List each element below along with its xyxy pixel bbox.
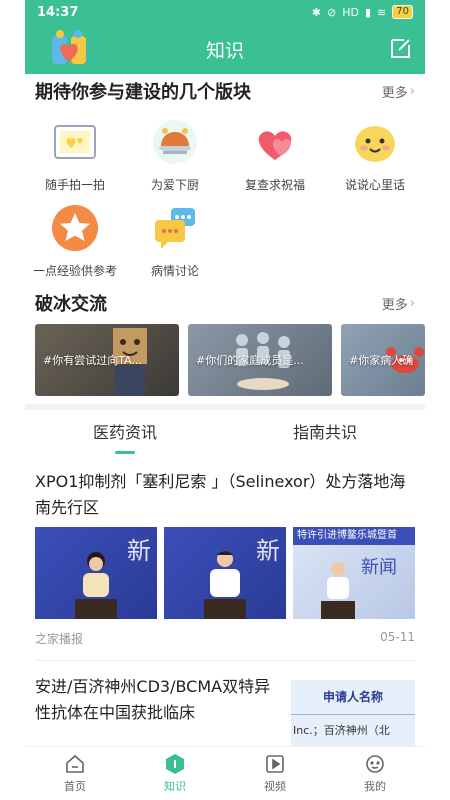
tile-talk[interactable]: 说说心里话 (325, 118, 425, 193)
tile-discussion[interactable]: 病情讨论 (125, 204, 225, 279)
article-divider (35, 660, 415, 661)
page-title: 知识 (205, 39, 244, 62)
thumb-overlay-text: 新闻 (361, 557, 397, 578)
nav-label: 知识 (164, 780, 186, 793)
more-label: 更多 (381, 85, 408, 101)
tile-blessing[interactable]: 复查求祝福 (225, 118, 325, 193)
tab-medical-news[interactable]: 医药资讯 (25, 418, 225, 454)
topic-card[interactable]: #你有尝试过向TA... (35, 324, 179, 396)
article-title[interactable]: 安进/百济神州CD3/BCMA双特异性抗体在中国获批临床 (35, 674, 275, 726)
bluetooth-icon: ✱ (311, 5, 322, 19)
tile-label: 为爱下厨 (150, 178, 199, 192)
thumb-banner: 特许引进博鳌乐城暨首 (293, 527, 415, 545)
tile-label: 病情讨论 (150, 264, 199, 278)
section-title: 破冰交流 (35, 294, 107, 315)
topic-card[interactable]: #你家病人确 (341, 324, 425, 396)
content-area[interactable]: 期待你参与建设的几个版块 更多 › 随手拍一拍 为爱下厨 复查求祝福 说说心里话… (25, 74, 425, 746)
emoji-face-icon (355, 126, 395, 162)
nav-video[interactable]: 视频 (225, 747, 325, 800)
thumb-text: 申请人名称 (322, 690, 383, 704)
wifi-icon: ≋ (377, 5, 387, 19)
chevron-right-icon: › (409, 83, 415, 99)
speaker-man-illustration (204, 551, 246, 619)
chat-bubbles-icon (155, 208, 195, 249)
more-label: 更多 (381, 297, 408, 313)
tile-label: 随手拍一拍 (44, 178, 105, 192)
tile-label: 复查求祝福 (244, 178, 305, 192)
thumb-rule (291, 714, 415, 715)
signal-icon: ▮ (364, 5, 372, 19)
article-source: 之家播报 (35, 632, 84, 646)
icebreak-section-header: 破冰交流 更多 › (35, 290, 415, 316)
article-title[interactable]: XPO1抑制剂「塞利尼索 」（Selinexor）处方落地海南先行区 (35, 469, 415, 521)
article-date: 05-11 (380, 630, 415, 644)
tile-label: 说说心里话 (344, 178, 405, 192)
edit-icon[interactable] (389, 36, 413, 60)
article-thumbnail[interactable]: 新 (164, 527, 286, 619)
nav-knowledge[interactable]: 知识 (125, 747, 225, 800)
nav-home[interactable]: 首页 (25, 747, 125, 800)
tile-experience[interactable]: 一点经验供参考 (25, 204, 125, 279)
topic-card[interactable]: #你们的家庭成员是... (188, 324, 332, 396)
tile-label: 一点经验供参考 (32, 264, 117, 278)
nav-label: 视频 (264, 780, 286, 793)
photo-frame-icon (54, 125, 96, 159)
roast-chicken-icon (153, 120, 197, 164)
section-divider (25, 404, 425, 410)
status-time: 14:37 (37, 4, 79, 20)
network-label: HD (342, 5, 359, 19)
tile-photo[interactable]: 随手拍一拍 (25, 118, 125, 193)
nav-label: 我的 (364, 780, 386, 793)
knowledge-icon (166, 754, 184, 774)
video-icon (266, 755, 284, 773)
thumb-text: Inc.；百济神州（北 (293, 724, 390, 737)
nav-label: 首页 (64, 780, 86, 793)
app-header: 知识 (25, 24, 425, 74)
news-tabs: 医药资讯 指南共识 (25, 418, 425, 454)
build-section-header: 期待你参与建设的几个版块 更多 › (35, 78, 415, 104)
status-bar: 14:37 ✱ ⊘ HD ▮ ≋ 70 (25, 0, 425, 24)
article-meta: 之家播报 05-11 (35, 630, 415, 647)
section-title: 期待你参与建设的几个版块 (35, 82, 251, 103)
profile-icon (366, 755, 384, 773)
nav-me[interactable]: 我的 (325, 747, 425, 800)
topic-label: #你们的家庭成员是... (196, 354, 304, 367)
bottom-nav: 首页 知识 视频 我的 (25, 746, 425, 800)
topic-label: #你有尝试过向TA... (43, 354, 142, 367)
chevron-right-icon: › (409, 295, 415, 311)
article-thumbnail[interactable]: 新 (35, 527, 157, 619)
hearts-icon (258, 131, 292, 160)
tile-cooking[interactable]: 为爱下厨 (125, 118, 225, 193)
article-thumbnail[interactable]: 特许引进博鳌乐城暨首 新闻 (293, 527, 415, 619)
article-thumbnail[interactable]: 申请人名称 Inc.；百济神州（北 (291, 680, 415, 746)
battery-icon: 70 (392, 5, 413, 19)
more-link[interactable]: 更多 › (382, 82, 415, 101)
home-icon (66, 754, 84, 773)
speaker-man-illustration (321, 562, 355, 619)
topic-label: #你家病人确 (349, 354, 414, 367)
star-badge-icon (52, 205, 98, 251)
status-icons: ✱ ⊘ HD ▮ ≋ 70 (312, 5, 413, 19)
mute-icon: ⊘ (327, 5, 337, 19)
more-link[interactable]: 更多 › (382, 294, 415, 313)
tab-guidelines[interactable]: 指南共识 (225, 418, 425, 454)
speaker-woman-illustration (75, 552, 117, 619)
app-logo-icon (52, 30, 86, 64)
